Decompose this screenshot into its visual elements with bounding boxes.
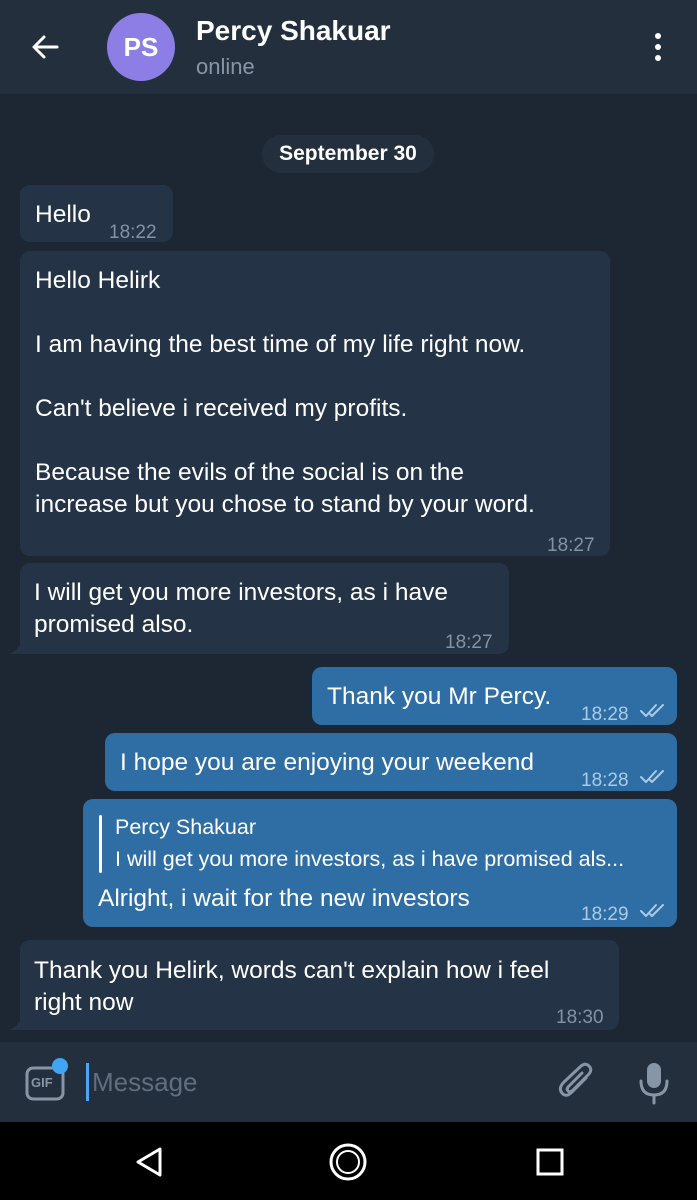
triangle-back-icon[interactable] (130, 1142, 170, 1182)
message-text: right now (34, 989, 134, 1016)
message-time: 18:28 (581, 704, 629, 725)
system-navigation-bar (0, 1122, 697, 1200)
reply-sender-name[interactable]: Percy Shakuar (115, 811, 256, 843)
message-text: promised also. (34, 611, 194, 638)
message-time: 18:30 (556, 1007, 604, 1028)
double-check-icon (640, 704, 664, 717)
message-time: 18:27 (547, 535, 595, 556)
message-text: Alright, i wait for the new investors (98, 885, 470, 912)
message-input[interactable] (92, 1060, 532, 1104)
chat-header: PS Percy Shakuar online (0, 0, 697, 94)
square-recents-icon[interactable] (530, 1142, 570, 1182)
avatar[interactable]: PS (107, 13, 175, 81)
double-check-icon (640, 904, 664, 917)
message-text: Because the evils of the social is on th… (35, 459, 465, 486)
gif-label: GIF (31, 1075, 53, 1090)
message-text: Hello Helirk (35, 267, 161, 294)
message-text: increase but you chose to stand by your … (35, 491, 535, 518)
message-bubble-incoming[interactable]: Thank you Helirk, words can't explain ho… (20, 940, 619, 1030)
more-vertical-icon[interactable] (638, 26, 678, 68)
message-time: 18:28 (581, 770, 629, 791)
arrow-left-icon (32, 35, 59, 59)
date-separator: September 30 (262, 135, 434, 173)
text-cursor (86, 1063, 89, 1101)
message-time: 18:29 (581, 904, 629, 925)
reply-quote-bar (99, 815, 102, 873)
reply-quoted-text[interactable]: I will get you more investors, as i have… (115, 843, 624, 875)
message-text: I will get you more investors, as i have (34, 579, 448, 606)
message-bubble-outgoing[interactable]: Thank you Mr Percy. 18:28 (312, 667, 677, 725)
message-time: 18:27 (445, 632, 493, 653)
message-bubble-incoming[interactable]: Hello 18:22 (20, 185, 173, 243)
message-text: I am having the best time of my life rig… (35, 331, 526, 358)
message-text: Hello (35, 201, 91, 228)
circle-home-icon[interactable] (326, 1140, 370, 1184)
contact-name[interactable]: Percy Shakuar (196, 15, 391, 47)
paperclip-icon[interactable] (556, 1062, 598, 1104)
message-text: Thank you Mr Percy. (327, 683, 552, 710)
message-time: 18:22 (109, 222, 157, 243)
notification-dot (52, 1058, 68, 1074)
message-bubble-incoming[interactable]: Hello Helirk I am having the best time o… (20, 251, 610, 556)
message-composer: GIF (0, 1042, 697, 1122)
message-bubble-incoming[interactable]: I will get you more investors, as i have… (20, 563, 509, 654)
message-bubble-outgoing[interactable]: I hope you are enjoying your weekend 18:… (105, 733, 677, 791)
message-text: Thank you Helirk, words can't explain ho… (34, 957, 550, 984)
microphone-icon[interactable] (634, 1060, 674, 1106)
back-button[interactable] (22, 24, 68, 70)
message-bubble-outgoing[interactable]: Percy Shakuar I will get you more invest… (83, 799, 677, 927)
message-text: I hope you are enjoying your weekend (120, 749, 535, 776)
double-check-icon (640, 770, 664, 783)
message-text: Can't believe i received my profits. (35, 395, 408, 422)
contact-status: online (196, 54, 255, 79)
